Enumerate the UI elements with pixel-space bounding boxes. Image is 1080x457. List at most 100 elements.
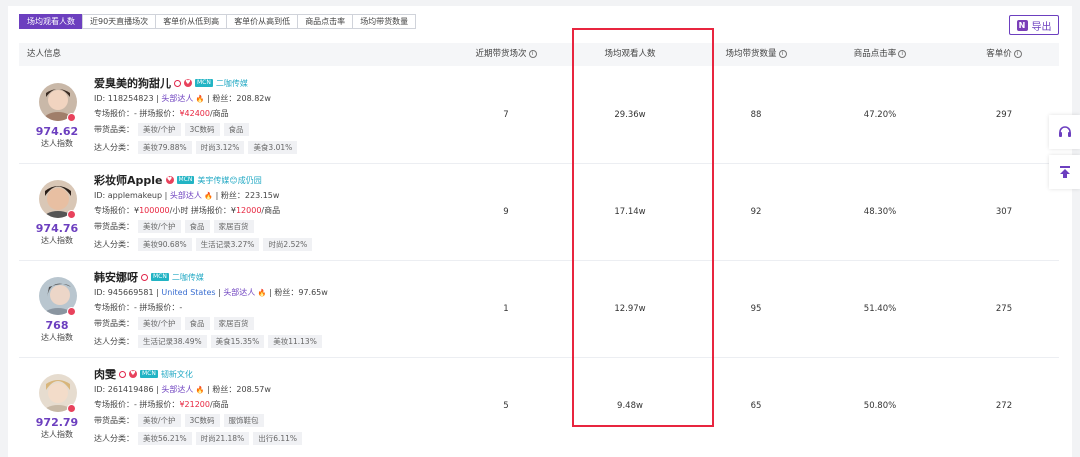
favorite-icon[interactable]: ♥: [165, 176, 174, 184]
goods-tag: 美妆/个护: [138, 123, 181, 136]
goods-tag: 服饰鞋包: [223, 414, 264, 427]
price-value: 12000: [235, 206, 262, 215]
region: United States: [161, 288, 216, 297]
sort-tabs: 场均观看人数 近90天直播场次 客单价从低到高 客单价从高到低 商品点击率 场均…: [19, 14, 417, 29]
search-icon[interactable]: [174, 79, 181, 87]
price-text: 专场报价：¥: [94, 206, 140, 215]
id-line: ID: 118254823 | 头部达人 🔥 | 粉丝：208.82w: [94, 94, 271, 103]
goods-label: 带货品类：: [94, 125, 134, 134]
info-icon[interactable]: i: [1013, 49, 1022, 58]
favorite-icon[interactable]: ♥: [184, 79, 192, 87]
back-to-top-button[interactable]: [1049, 155, 1080, 189]
header-avg-goods[interactable]: 场均带货数量 i: [701, 43, 811, 66]
category-tag: 时尚2.52%: [263, 238, 313, 251]
cell-unit-price: 275: [995, 304, 1013, 314]
cell-sessions: 7: [503, 110, 509, 120]
verified-badge-icon: [67, 307, 76, 316]
favorite-icon[interactable]: ♥: [129, 370, 137, 378]
influencer-name[interactable]: 彩妆师Apple: [94, 172, 163, 188]
category-label: 达人分类：: [94, 143, 134, 152]
influencer-index: 972.79: [35, 416, 79, 429]
price-line: 专场报价：- 拼场报价：-: [94, 302, 182, 313]
info-icon[interactable]: i: [528, 49, 537, 58]
cell-avg-goods: 65: [750, 401, 762, 411]
tab-price-low-high[interactable]: 客单价从低到高: [155, 14, 228, 29]
influencer-index-label: 达人指数: [41, 430, 73, 439]
fans-count: 粉丝：97.65w: [274, 288, 328, 297]
tab-avg-viewers[interactable]: 场均观看人数: [19, 14, 83, 29]
goods-categories: 带货品类： 美妆/个护 3C数码 服饰鞋包: [94, 414, 264, 427]
table-row[interactable]: 974.76 达人指数 彩妆师Apple ♥ MCN 美宇传媒😊成仍园 ID: …: [19, 164, 1059, 261]
header-avg-viewers[interactable]: 场均观看人数: [575, 43, 685, 66]
influencer-id: ID: 118254823: [94, 94, 154, 103]
influencer-categories: 达人分类： 美妆90.68% 生活记录3.27% 时尚2.52%: [94, 238, 313, 251]
content-panel: 场均观看人数 近90天直播场次 客单价从低到高 客单价从高到低 商品点击率 场均…: [8, 6, 1072, 457]
id-line: ID: 945669581 | United States | 头部达人 🔥 |…: [94, 288, 328, 297]
info-icon[interactable]: i: [778, 49, 787, 58]
mcn-name[interactable]: 韧新文化: [161, 369, 193, 380]
price-text: 专场报价：- 拼场报价：-: [94, 303, 183, 312]
price-line: 专场报价：- 拼场报价：¥21200/商品: [94, 399, 229, 410]
search-icon[interactable]: [141, 273, 148, 281]
fire-icon: 🔥: [195, 386, 205, 394]
goods-tag: 食品: [184, 317, 210, 330]
tab-price-high-low[interactable]: 客单价从高到低: [226, 14, 299, 29]
table-row[interactable]: 768 达人指数 韩安娜呀 MCN 二咖传媒 ID: 945669581 | U…: [19, 261, 1059, 358]
influencer-index-label: 达人指数: [41, 333, 73, 342]
info-icon[interactable]: i: [898, 49, 907, 58]
goods-label: 带货品类：: [94, 319, 134, 328]
fans-count: 粉丝：208.57w: [212, 385, 271, 394]
tab-avg-goods[interactable]: 场均带货数量: [352, 14, 417, 29]
influencer-name[interactable]: 韩安娜呀: [94, 269, 138, 285]
price-mid: /小时 拼场报价：¥: [169, 206, 236, 215]
influencer-categories: 达人分类： 美妆56.21% 时尚21.18% 出行6.11%: [94, 432, 303, 445]
cell-avg-viewers: 17.14w: [614, 207, 646, 217]
category-tag: 美食3.01%: [248, 141, 298, 154]
export-button[interactable]: N 导出: [1009, 15, 1059, 35]
price-value: ¥21200: [179, 400, 210, 409]
influencer-index: 974.76: [35, 222, 79, 235]
cell-click-rate: 50.80%: [863, 401, 897, 411]
cell-sessions: 1: [503, 304, 509, 314]
goods-tag: 家居百货: [213, 220, 254, 233]
influencer-name[interactable]: 爱臭美的狗甜儿: [94, 75, 171, 91]
tab-90-day-sessions[interactable]: 近90天直播场次: [82, 14, 157, 29]
price-unit: /商品: [261, 206, 281, 215]
table-row[interactable]: 974.62 达人指数 爱臭美的狗甜儿 ♥ MCN 二咖传媒 ID: 11825…: [19, 67, 1059, 164]
mcn-name[interactable]: 二咖传媒: [216, 78, 248, 89]
fans-count: 粉丝：223.15w: [220, 191, 280, 200]
fire-icon: 🔥: [195, 95, 205, 103]
mcn-badge: MCN: [151, 273, 169, 281]
cell-click-rate: 48.30%: [863, 207, 897, 217]
category-tag: 美妆79.88%: [138, 141, 192, 154]
category-tag: 美妆56.21%: [138, 432, 192, 445]
arrow-up-icon: [1059, 166, 1070, 178]
price-unit: /商品: [209, 400, 229, 409]
category-tag: 美妆90.68%: [138, 238, 192, 251]
mcn-name[interactable]: 二咖传媒: [172, 272, 204, 283]
header-click-rate[interactable]: 商品点击率 i: [825, 43, 935, 66]
category-label: 达人分类：: [94, 337, 134, 346]
goods-tag: 美妆/个护: [138, 317, 181, 330]
tab-click-rate[interactable]: 商品点击率: [297, 14, 354, 29]
cell-unit-price: 297: [995, 110, 1013, 120]
influencer-categories: 达人分类： 美妆79.88% 时尚3.12% 美食3.01%: [94, 141, 298, 154]
search-icon[interactable]: [119, 370, 126, 378]
mcn-badge: MCN: [176, 176, 195, 184]
cell-avg-viewers: 29.36w: [614, 110, 646, 120]
category-tag: 时尚21.18%: [195, 432, 250, 445]
goods-categories: 带货品类： 美妆/个护 3C数码 食品: [94, 123, 249, 136]
cell-avg-goods: 95: [750, 304, 762, 314]
verified-badge-icon: [67, 404, 76, 413]
level-badge: 头部达人: [223, 288, 256, 297]
mcn-name[interactable]: 美宇传媒😊成仍园: [197, 175, 261, 186]
category-tag: 生活记录38.49%: [138, 335, 207, 348]
table-row[interactable]: 972.79 达人指数 肉雯 ♥ MCN 韧新文化 ID: 261419486 …: [19, 358, 1059, 455]
influencer-name[interactable]: 肉雯: [94, 366, 116, 382]
header-recent-sessions[interactable]: 近期带货场次 i: [451, 43, 561, 66]
customer-service-button[interactable]: [1049, 115, 1080, 149]
price-line: 专场报价：- 拼场报价：¥42400/商品: [94, 108, 229, 119]
fans-count: 粉丝：208.82w: [212, 94, 271, 103]
cell-sessions: 9: [503, 207, 509, 217]
header-unit-price[interactable]: 客单价 i: [949, 43, 1059, 66]
